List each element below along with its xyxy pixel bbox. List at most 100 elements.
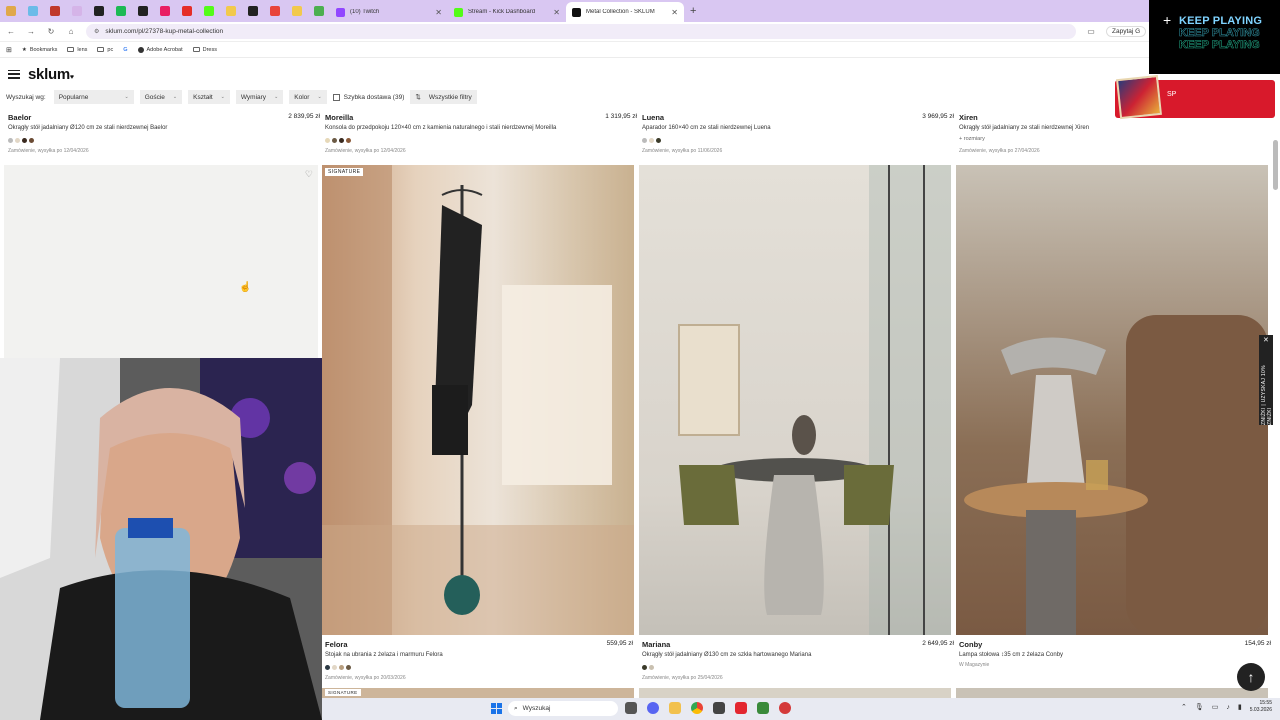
volume-icon[interactable]: ♪: [1226, 704, 1230, 711]
product-image-mariana[interactable]: [639, 165, 951, 635]
sort-select[interactable]: Popularne ⌄: [53, 90, 134, 104]
product-description[interactable]: Okrągły stół jadalniany Ø130 cm ze szkła…: [642, 652, 811, 658]
pinned-tab[interactable]: [110, 0, 132, 22]
pinned-tab[interactable]: [308, 0, 330, 22]
color-swatch[interactable]: [642, 138, 647, 143]
url-field[interactable]: ⚙ sklum.com/pl/27378-kup-metal-collectio…: [86, 24, 1076, 39]
pinned-tab[interactable]: [66, 0, 88, 22]
product-description[interactable]: Okrągły stół jadalniany ze stali nierdze…: [959, 125, 1089, 131]
heart-icon[interactable]: ♡: [305, 169, 313, 180]
color-swatch[interactable]: [642, 665, 647, 670]
filter-shape[interactable]: Kształt ⌄: [188, 90, 230, 104]
pinned-tab[interactable]: [132, 0, 154, 22]
product-description[interactable]: Konsola do przedpokoju 120×40 cm z kamie…: [325, 125, 556, 131]
product-name[interactable]: Luena: [642, 113, 664, 122]
close-icon[interactable]: ✕: [553, 8, 560, 17]
product-name[interactable]: Moreilla: [325, 113, 353, 122]
size-variants[interactable]: + rozmiary: [959, 136, 985, 142]
color-swatch[interactable]: [332, 665, 337, 670]
product-card-conby[interactable]: Conby 154,95 zł Lampa stołowa ↕35 cm z ż…: [959, 638, 1271, 682]
app-icon[interactable]: [779, 702, 791, 714]
color-swatch[interactable]: [656, 138, 661, 143]
site-logo[interactable]: sklum♥: [28, 66, 74, 83]
product-card-baelor[interactable]: Baelor 2 839,95 zł Okrągły stół jadalnia…: [8, 111, 320, 155]
tab-sklum[interactable]: Metal Collection - SKLUM ✕: [566, 2, 684, 22]
product-description[interactable]: Stojak na ubrania z żelaza i marmuru Fel…: [325, 652, 443, 658]
pinned-tab[interactable]: [286, 0, 308, 22]
bookmark-pc[interactable]: pc: [97, 47, 113, 53]
pinned-tab[interactable]: [264, 0, 286, 22]
app-icon[interactable]: [713, 702, 725, 714]
all-filters-button[interactable]: ⇅ Wszystkie filtry: [410, 90, 477, 104]
bookmark-dress[interactable]: Dress: [192, 47, 217, 53]
scroll-to-top-button[interactable]: ↑: [1237, 663, 1265, 691]
cast-icon[interactable]: ▭: [1086, 27, 1096, 36]
product-card-felora[interactable]: Felora 559,95 zł Stojak na ubrania z żel…: [325, 638, 637, 682]
filter-color[interactable]: Kolor ⌄: [289, 90, 327, 104]
bookmark-acrobat[interactable]: Adobe Acrobat: [137, 46, 183, 53]
pinned-tab[interactable]: [242, 0, 264, 22]
color-swatch[interactable]: [325, 138, 330, 143]
product-name[interactable]: Xiren: [959, 113, 978, 122]
page-scrollbar[interactable]: [1273, 140, 1278, 190]
color-swatch[interactable]: [649, 665, 654, 670]
color-swatch[interactable]: [8, 138, 13, 143]
pinned-tab[interactable]: [22, 0, 44, 22]
taskbar-search[interactable]: ⌕ Wyszukaj: [508, 701, 618, 716]
network-icon[interactable]: ▭: [1212, 703, 1219, 711]
task-view-icon[interactable]: [625, 702, 637, 714]
bookmark-bookmarks[interactable]: ★ Bookmarks: [22, 47, 57, 53]
pinned-tab[interactable]: [220, 0, 242, 22]
product-name[interactable]: Mariana: [642, 640, 670, 649]
product-name[interactable]: Felora: [325, 640, 348, 649]
reload-icon[interactable]: ↻: [46, 27, 56, 36]
product-image-felora[interactable]: SIGNATURE: [322, 165, 634, 635]
bookmark-google[interactable]: G: [123, 47, 127, 53]
color-swatch[interactable]: [346, 138, 351, 143]
color-swatch[interactable]: [332, 138, 337, 143]
chrome-icon[interactable]: [691, 702, 703, 714]
fast-delivery-checkbox[interactable]: Szybka dostawa (39): [332, 93, 404, 101]
color-swatch[interactable]: [339, 138, 344, 143]
menu-icon[interactable]: [8, 69, 20, 79]
battery-icon[interactable]: ▮: [1238, 703, 1242, 711]
chevron-up-icon[interactable]: ⌃: [1181, 703, 1187, 711]
color-swatch[interactable]: [29, 138, 34, 143]
pinned-tab[interactable]: [198, 0, 220, 22]
pinned-tab[interactable]: [0, 0, 22, 22]
product-description[interactable]: Aparador 160×40 cm ze stali nierdzewnej …: [642, 125, 771, 131]
forward-icon[interactable]: →: [26, 27, 36, 36]
product-description[interactable]: Lampa stołowa ↕35 cm z żelaza Conby: [959, 652, 1063, 658]
windows-start-icon[interactable]: [491, 703, 502, 714]
color-swatch[interactable]: [339, 665, 344, 670]
apps-icon[interactable]: ⊞: [6, 46, 12, 54]
pinned-tab[interactable]: [154, 0, 176, 22]
color-swatch[interactable]: [22, 138, 27, 143]
home-icon[interactable]: ⌂: [66, 27, 76, 36]
pinned-tab[interactable]: [176, 0, 198, 22]
product-description[interactable]: Okrągły stół jadalniany Ø120 cm ze stali…: [8, 125, 167, 131]
color-swatch[interactable]: [15, 138, 20, 143]
product-image-conby[interactable]: [956, 165, 1268, 635]
product-name[interactable]: Baelor: [8, 113, 31, 122]
close-icon[interactable]: ✕: [671, 8, 678, 17]
clock[interactable]: 15:55 5.03.2026: [1250, 700, 1272, 714]
color-swatch[interactable]: [649, 138, 654, 143]
close-icon[interactable]: ✕: [1263, 336, 1269, 344]
new-tab-button[interactable]: +: [690, 5, 696, 17]
tab-kick-dashboard[interactable]: Stream - Kick Dashboard ✕: [448, 2, 566, 22]
ask-google-button[interactable]: Zapytaj G: [1106, 26, 1147, 37]
product-card-luena[interactable]: Luena 3 969,95 zł Aparador 160×40 cm ze …: [642, 111, 954, 155]
app-icon[interactable]: [735, 702, 747, 714]
close-icon[interactable]: ✕: [435, 8, 442, 17]
filter-guests[interactable]: Goście ⌄: [139, 90, 183, 104]
microphone-icon[interactable]: 🎙: [1195, 703, 1204, 711]
tab-twitch[interactable]: (10) Twitch ✕: [330, 2, 448, 22]
filter-dimensions[interactable]: Wymiary ⌄: [235, 90, 284, 104]
color-swatch[interactable]: [346, 665, 351, 670]
bookmark-lens[interactable]: lens: [67, 47, 87, 53]
app-icon[interactable]: [757, 702, 769, 714]
pinned-tab[interactable]: [44, 0, 66, 22]
product-card-moreilla[interactable]: Moreilla 1 319,95 zł Konsola do przedpok…: [325, 111, 637, 155]
back-icon[interactable]: ←: [6, 27, 16, 36]
